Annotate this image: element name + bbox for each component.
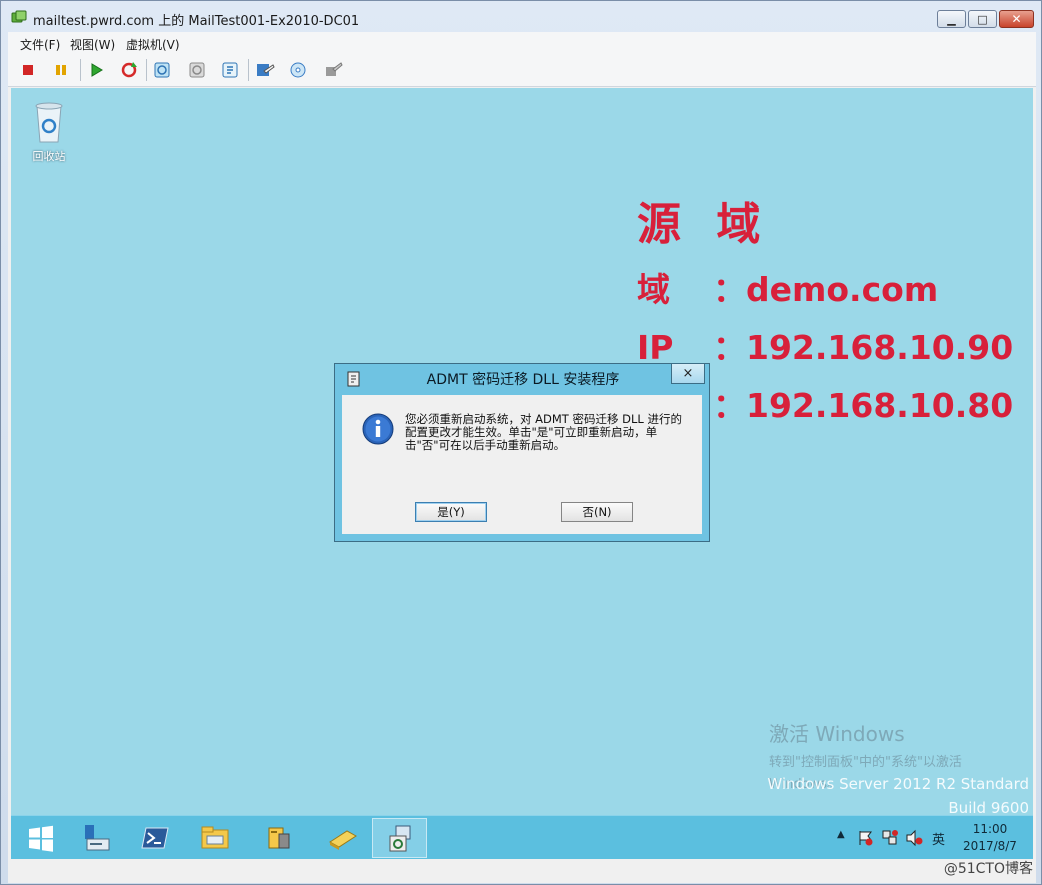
recycle-bin-icon bbox=[35, 102, 63, 143]
overlay-title: 源 域 bbox=[637, 199, 771, 250]
info-icon bbox=[362, 413, 394, 445]
overlay-line-value: ：demo.com bbox=[713, 270, 939, 309]
activation-title: 激活 Windows bbox=[769, 722, 905, 746]
maximize-button[interactable]: □ bbox=[968, 10, 997, 28]
server-manager-icon bbox=[85, 825, 110, 851]
revert-icon bbox=[189, 62, 205, 78]
overlay-line-key: 域 bbox=[637, 270, 670, 309]
vm-connection-icon bbox=[11, 10, 27, 26]
close-icon: ✕ bbox=[1011, 12, 1022, 26]
close-button[interactable]: ✕ bbox=[999, 10, 1034, 28]
pause-icon bbox=[56, 65, 66, 75]
reset-button[interactable] bbox=[117, 59, 141, 81]
overlay-line-domain: 域 ：demo.com bbox=[637, 263, 938, 311]
windows-start-icon bbox=[29, 825, 53, 852]
start-button[interactable] bbox=[13, 818, 68, 858]
clock-time: 11:00 bbox=[972, 822, 1008, 836]
powershell-icon bbox=[141, 827, 169, 849]
taskbar-powershell[interactable] bbox=[127, 818, 182, 858]
tray-expand-arrow[interactable]: ▲ bbox=[837, 829, 845, 840]
settings-button[interactable] bbox=[253, 59, 277, 81]
os-edition: Windows Server 2012 R2 Standard bbox=[767, 775, 1029, 793]
taskbar: ▲ 英 11:00 2017/8/7 bbox=[11, 815, 1033, 859]
action-center-flag-icon[interactable] bbox=[857, 829, 875, 847]
overlay-line-value: ：192.168.10.90 bbox=[713, 328, 1014, 367]
tools-button[interactable] bbox=[321, 59, 345, 81]
window-titlebar[interactable]: mailtest.pwrd.com 上的 MailTest001-Ex2010-… bbox=[1, 1, 1041, 35]
network-icon[interactable] bbox=[881, 829, 899, 847]
start-button[interactable] bbox=[84, 59, 108, 81]
menu-file[interactable]: 文件(F) bbox=[20, 36, 60, 53]
dialog-body: 您必须重新启动系统，对 ADMT 密码迁移 DLL 进行的配置更改才能生效。单击… bbox=[342, 395, 702, 534]
minimize-icon: ▁ bbox=[947, 12, 956, 26]
stop-icon bbox=[23, 65, 33, 75]
reset-icon bbox=[121, 62, 137, 78]
checkpoint-icon bbox=[154, 62, 170, 78]
taskbar-clock[interactable]: 11:00 2017/8/7 bbox=[955, 821, 1025, 855]
folder-icon bbox=[329, 830, 357, 850]
volume-muted-icon[interactable] bbox=[905, 829, 923, 847]
taskbar-folder[interactable] bbox=[315, 818, 370, 858]
admt-icon bbox=[268, 827, 290, 849]
taskbar-file-explorer[interactable] bbox=[187, 818, 242, 858]
start-icon bbox=[91, 63, 103, 77]
source-credit: @51CTO博客 bbox=[943, 861, 1033, 877]
desktop-recycle-bin[interactable]: 回收站 bbox=[23, 96, 75, 166]
dialog-message: 您必须重新启动系统，对 ADMT 密码迁移 DLL 进行的配置更改才能生效。单击… bbox=[405, 412, 682, 452]
clock-date: 2017/8/7 bbox=[963, 839, 1017, 853]
taskbar-installer[interactable] bbox=[372, 818, 427, 858]
toolbar-separator bbox=[80, 59, 81, 81]
checkpoint-manager-button[interactable] bbox=[218, 59, 242, 81]
close-icon: × bbox=[682, 366, 694, 381]
minimize-button[interactable]: ▁ bbox=[937, 10, 966, 28]
window-title: mailtest.pwrd.com 上的 MailTest001-Ex2010-… bbox=[33, 14, 360, 29]
toolbar bbox=[8, 54, 1036, 87]
recycle-bin-label: 回收站 bbox=[32, 150, 66, 163]
snapshot-manager-icon bbox=[222, 62, 238, 78]
insert-disk-icon bbox=[290, 62, 306, 78]
activation-hint: 转到"控制面板"中的"系统"以激活 bbox=[769, 755, 962, 770]
guest-desktop[interactable]: 回收站 源 域 域 ：demo.com IP ：192.168.10.90 ：192… bbox=[11, 88, 1033, 859]
no-button[interactable]: 否(N) bbox=[561, 502, 633, 522]
overlay-line-value: ：192.168.10.80 bbox=[713, 386, 1014, 425]
os-build-info: Windows Server 2012 R2 Standard Build 96… bbox=[767, 772, 1029, 820]
settings-icon bbox=[257, 64, 275, 76]
dialog-close-button[interactable]: × bbox=[671, 364, 705, 384]
file-explorer-icon bbox=[201, 826, 229, 849]
revert-button[interactable] bbox=[185, 59, 209, 81]
taskbar-admt[interactable] bbox=[251, 818, 306, 858]
vm-connection-window: mailtest.pwrd.com 上的 MailTest001-Ex2010-… bbox=[0, 0, 1042, 885]
toolbar-separator bbox=[248, 59, 249, 81]
stop-button[interactable] bbox=[16, 59, 40, 81]
checkpoint-button[interactable] bbox=[150, 59, 174, 81]
installer-icon bbox=[389, 825, 411, 852]
maximize-icon: □ bbox=[977, 12, 988, 26]
pause-button[interactable] bbox=[49, 59, 73, 81]
insert-disk-button[interactable] bbox=[287, 59, 311, 81]
dialog-title: ADMT 密码迁移 DLL 安装程序 bbox=[426, 372, 620, 388]
menu-vm[interactable]: 虚拟机(V) bbox=[126, 36, 180, 53]
toolbar-separator bbox=[146, 59, 147, 81]
yes-button[interactable]: 是(Y) bbox=[415, 502, 487, 522]
taskbar-server-manager[interactable] bbox=[69, 818, 124, 858]
ime-indicator[interactable]: 英 bbox=[932, 829, 945, 848]
overlay-line-ip: IP ：192.168.10.90 bbox=[637, 321, 1013, 369]
menu-view[interactable]: 视图(W) bbox=[70, 36, 115, 53]
tools-icon bbox=[326, 62, 343, 76]
overlay-line-key: IP bbox=[637, 328, 674, 367]
menubar: 文件(F) 视图(W) 虚拟机(V) bbox=[8, 32, 1036, 54]
admt-dll-setup-dialog: ADMT 密码迁移 DLL 安装程序 × 您必须重新启动系统，对 ADMT 密码… bbox=[334, 363, 710, 542]
